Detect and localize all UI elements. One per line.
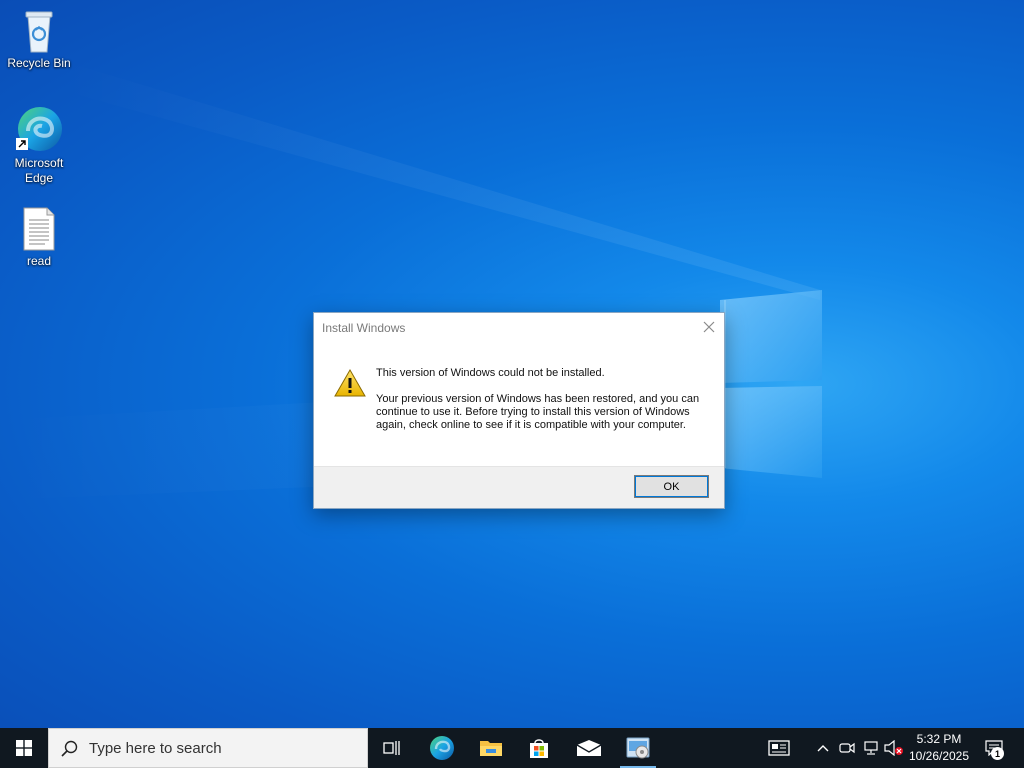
- windows-logo-icon: [16, 740, 32, 756]
- edge-icon: [430, 736, 454, 760]
- setup-icon: [626, 737, 650, 759]
- task-view-icon: [383, 741, 400, 755]
- system-clock[interactable]: 5:32 PM 10/26/2025: [904, 731, 974, 765]
- taskbar-store[interactable]: [515, 728, 563, 768]
- taskbar-edge[interactable]: [418, 728, 466, 768]
- desktop-icon-microsoft-edge[interactable]: Microsoft Edge: [0, 104, 78, 186]
- meet-now-button[interactable]: [836, 728, 858, 768]
- text-document-icon: [23, 207, 55, 251]
- edge-icon: [16, 107, 62, 151]
- desktop-icon-read[interactable]: read: [0, 206, 78, 269]
- task-view-button[interactable]: [368, 728, 416, 768]
- taskbar: Type here to search 5:32 PM 10/26/2025 1: [0, 728, 1024, 768]
- mail-icon: [576, 740, 602, 756]
- close-icon: [703, 321, 715, 333]
- network-button[interactable]: [860, 728, 882, 768]
- taskbar-file-explorer[interactable]: [467, 728, 515, 768]
- news-icon: [768, 740, 790, 756]
- dialog-title: Install Windows: [322, 321, 406, 335]
- clock-time: 5:32 PM: [916, 732, 962, 746]
- volume-muted-icon: [884, 740, 903, 756]
- dialog-message: This version of Windows could not be ins…: [376, 367, 706, 432]
- meet-now-icon: [839, 742, 855, 754]
- taskbar-mail[interactable]: [565, 728, 613, 768]
- recycle-bin-icon: [25, 11, 53, 53]
- desktop-icon-label: read: [26, 254, 52, 268]
- clock-date: 10/26/2025: [908, 749, 970, 763]
- close-button[interactable]: [694, 313, 724, 341]
- desktop-icon-label: Microsoft Edge: [14, 156, 64, 185]
- show-hidden-icons-button[interactable]: [812, 728, 834, 768]
- file-explorer-icon: [480, 741, 502, 756]
- dialog-detail: Your previous version of Windows has bee…: [376, 393, 700, 431]
- store-icon: [530, 739, 548, 758]
- chevron-up-icon: [817, 745, 829, 752]
- search-icon: [61, 740, 78, 757]
- dialog-body: This version of Windows could not be ins…: [314, 343, 724, 468]
- dialog-footer: OK: [314, 466, 724, 508]
- network-icon: [864, 741, 878, 755]
- warning-icon: [334, 369, 366, 397]
- search-box[interactable]: Type here to search: [48, 728, 368, 768]
- volume-button[interactable]: [882, 728, 906, 768]
- news-widget-button[interactable]: [760, 728, 798, 768]
- notification-count-badge: 1: [991, 747, 1004, 760]
- taskbar-setup[interactable]: [614, 728, 662, 768]
- desktop-icon-recycle-bin[interactable]: Recycle Bin: [0, 8, 78, 71]
- dialog-headline: This version of Windows could not be ins…: [376, 367, 605, 379]
- install-windows-dialog: Install Windows This version of Windows …: [313, 312, 725, 509]
- search-placeholder: Type here to search: [89, 740, 222, 757]
- ok-button[interactable]: OK: [634, 475, 709, 498]
- desktop-icon-label: Recycle Bin: [7, 56, 71, 70]
- start-button[interactable]: [0, 728, 48, 768]
